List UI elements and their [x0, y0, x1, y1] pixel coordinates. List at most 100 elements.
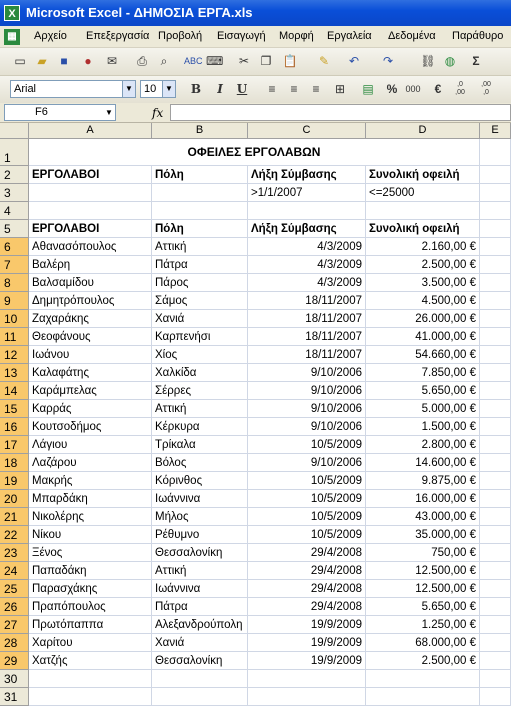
- contractor-cell[interactable]: Χατζής: [29, 652, 152, 670]
- row-header-17[interactable]: 17: [0, 436, 29, 454]
- permission-icon[interactable]: ●: [80, 53, 96, 69]
- row-header-7[interactable]: 7: [0, 256, 29, 274]
- contract-end-cell[interactable]: 18/11/2007: [248, 328, 366, 346]
- chevron-down-icon[interactable]: ▼: [162, 81, 175, 97]
- row-header-16[interactable]: 16: [0, 418, 29, 436]
- debt-cell[interactable]: 2.500,00 €: [366, 256, 480, 274]
- menu-insert[interactable]: Εισαγωγή: [217, 30, 266, 42]
- cell[interactable]: [480, 580, 511, 598]
- currency-style-icon[interactable]: ▤: [360, 81, 376, 97]
- cell[interactable]: [480, 220, 511, 238]
- city-cell[interactable]: Πάτρα: [152, 598, 248, 616]
- city-cell[interactable]: Χανιά: [152, 634, 248, 652]
- select-all-corner[interactable]: [0, 123, 29, 139]
- cell[interactable]: [480, 616, 511, 634]
- contractor-cell[interactable]: Θεοφάνους: [29, 328, 152, 346]
- city-cell[interactable]: Πάτρα: [152, 256, 248, 274]
- city-cell[interactable]: Θεσσαλονίκη: [152, 544, 248, 562]
- debt-cell[interactable]: 2.500,00 €: [366, 652, 480, 670]
- criteria-value-cell[interactable]: [152, 184, 248, 202]
- city-cell[interactable]: Πάρος: [152, 274, 248, 292]
- city-cell[interactable]: Σέρρες: [152, 382, 248, 400]
- row-header-10[interactable]: 10: [0, 310, 29, 328]
- criteria-value-cell[interactable]: >1/1/2007: [248, 184, 366, 202]
- hyperlink-icon[interactable]: ⛓: [420, 53, 436, 69]
- city-cell[interactable]: Τρίκαλα: [152, 436, 248, 454]
- thousands-button[interactable]: 000: [402, 81, 424, 97]
- cell[interactable]: [480, 670, 511, 688]
- decrease-decimal-button[interactable]: ,00 ,0: [478, 81, 494, 97]
- paste-icon[interactable]: 📋: [282, 53, 298, 69]
- city-cell[interactable]: Αλεξανδρούπολη: [152, 616, 248, 634]
- debt-cell[interactable]: 12.500,00 €: [366, 562, 480, 580]
- contract-end-cell[interactable]: 10/5/2009: [248, 472, 366, 490]
- cell[interactable]: [248, 202, 366, 220]
- debt-cell[interactable]: 43.000,00 €: [366, 508, 480, 526]
- column-header-d[interactable]: D: [366, 123, 480, 139]
- align-left-icon[interactable]: ≡: [264, 81, 280, 97]
- row-header-13[interactable]: 13: [0, 364, 29, 382]
- contractor-cell[interactable]: Δημητρόπουλος: [29, 292, 152, 310]
- merge-center-icon[interactable]: ⊞: [332, 81, 348, 97]
- cell[interactable]: [480, 328, 511, 346]
- contract-end-cell[interactable]: 10/5/2009: [248, 526, 366, 544]
- row-header-2[interactable]: 2: [0, 166, 29, 184]
- contract-end-cell[interactable]: 19/9/2009: [248, 652, 366, 670]
- contractor-cell[interactable]: Αθανασόπουλος: [29, 238, 152, 256]
- cell[interactable]: [366, 688, 480, 706]
- cell[interactable]: [480, 184, 511, 202]
- contract-end-cell[interactable]: 9/10/2006: [248, 382, 366, 400]
- cell[interactable]: [152, 202, 248, 220]
- cell[interactable]: [480, 166, 511, 184]
- contract-end-cell[interactable]: 9/10/2006: [248, 418, 366, 436]
- contract-end-cell[interactable]: 19/9/2009: [248, 616, 366, 634]
- table-header-cell[interactable]: ΕΡΓΟΛΑΒΟΙ: [29, 220, 152, 238]
- debt-cell[interactable]: 41.000,00 €: [366, 328, 480, 346]
- cell[interactable]: [480, 202, 511, 220]
- cut-icon[interactable]: ✂: [236, 53, 252, 69]
- contract-end-cell[interactable]: 4/3/2009: [248, 238, 366, 256]
- cell[interactable]: [480, 472, 511, 490]
- contractor-cell[interactable]: Λάγιου: [29, 436, 152, 454]
- row-header-26[interactable]: 26: [0, 598, 29, 616]
- spelling-icon[interactable]: ABC: [184, 53, 203, 69]
- cell[interactable]: [480, 598, 511, 616]
- name-box[interactable]: F6 ▼: [4, 104, 116, 121]
- contract-end-cell[interactable]: 18/11/2007: [248, 292, 366, 310]
- cell[interactable]: [480, 364, 511, 382]
- format-painter-icon[interactable]: ✎: [316, 53, 332, 69]
- research-icon[interactable]: ⌨: [206, 53, 223, 69]
- cell[interactable]: [480, 238, 511, 256]
- city-cell[interactable]: Αττική: [152, 562, 248, 580]
- cell[interactable]: [248, 688, 366, 706]
- contractor-cell[interactable]: Ιωάνου: [29, 346, 152, 364]
- contract-end-cell[interactable]: 29/4/2008: [248, 562, 366, 580]
- italic-button[interactable]: I: [212, 81, 228, 97]
- table-header-cell[interactable]: Συνολική οφειλή: [366, 220, 480, 238]
- font-name-select[interactable]: Arial ▼: [10, 80, 136, 98]
- debt-cell[interactable]: 68.000,00 €: [366, 634, 480, 652]
- city-cell[interactable]: Αττική: [152, 238, 248, 256]
- contract-end-cell[interactable]: 10/5/2009: [248, 508, 366, 526]
- euro-button[interactable]: €: [430, 81, 446, 97]
- contractor-cell[interactable]: Ζαχαράκης: [29, 310, 152, 328]
- criteria-header-cell[interactable]: Πόλη: [152, 166, 248, 184]
- menu-tools[interactable]: Εργαλεία: [327, 30, 372, 42]
- cell[interactable]: [480, 274, 511, 292]
- column-header-e[interactable]: E: [480, 123, 511, 139]
- cell[interactable]: [480, 310, 511, 328]
- menu-format[interactable]: Μορφή: [279, 30, 314, 42]
- contractor-cell[interactable]: Καράμπελας: [29, 382, 152, 400]
- column-header-c[interactable]: C: [248, 123, 366, 139]
- chevron-down-icon[interactable]: ▼: [103, 105, 115, 120]
- contractor-cell[interactable]: Χαρίτου: [29, 634, 152, 652]
- cell[interactable]: [480, 382, 511, 400]
- align-center-icon[interactable]: ≡: [286, 81, 302, 97]
- city-cell[interactable]: Βόλος: [152, 454, 248, 472]
- city-cell[interactable]: Θεσσαλονίκη: [152, 652, 248, 670]
- underline-button[interactable]: U: [234, 81, 250, 97]
- cell[interactable]: [152, 688, 248, 706]
- contractor-cell[interactable]: Μπαρδάκη: [29, 490, 152, 508]
- row-header-22[interactable]: 22: [0, 526, 29, 544]
- contractor-cell[interactable]: Νικολέρης: [29, 508, 152, 526]
